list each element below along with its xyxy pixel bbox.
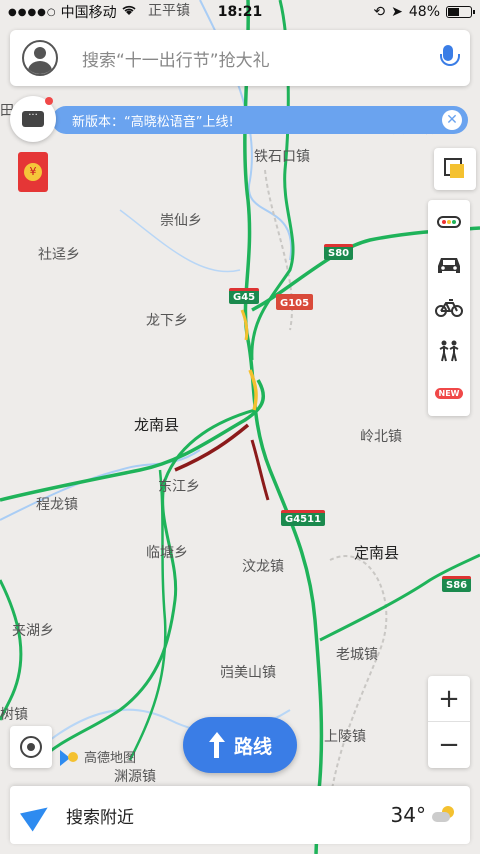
red-packet-icon: ¥ — [24, 163, 42, 181]
crosshair-icon — [20, 736, 42, 758]
weather[interactable]: 34° — [391, 803, 456, 827]
red-packet-button[interactable]: ¥ — [18, 152, 48, 192]
walk-icon — [439, 340, 459, 361]
place-label: 程龙镇 — [36, 497, 78, 513]
rotation-lock-icon: ⟲ — [373, 4, 386, 20]
battery-percent: 48% — [408, 4, 440, 20]
locate-button[interactable] — [10, 726, 52, 768]
traffic-button[interactable] — [428, 200, 470, 243]
place-label: 岭北镇 — [360, 429, 402, 445]
place-label: 树镇 — [0, 707, 28, 723]
bike-icon — [435, 298, 463, 317]
place-label: 铁石口镇 — [254, 149, 310, 165]
close-icon[interactable]: ✕ — [442, 110, 462, 130]
place-label: 渊源镇 — [114, 769, 156, 785]
place-label: 老城镇 — [336, 647, 378, 663]
search-bar[interactable]: 搜索“十一出行节”抢大礼 — [10, 30, 470, 86]
layers-button[interactable] — [434, 148, 476, 190]
avatar[interactable] — [22, 40, 58, 76]
message-button[interactable]: ··· — [10, 96, 56, 142]
county-label: 龙南县 — [134, 416, 180, 434]
place-label: 东江乡 — [158, 479, 200, 495]
road-shield: G45 — [229, 288, 260, 304]
car-button[interactable] — [428, 243, 470, 286]
message-icon: ··· — [22, 111, 44, 127]
location-arrow-icon: ➤ — [391, 4, 403, 20]
car-icon — [438, 257, 460, 273]
place-label: 龙下乡 — [146, 313, 188, 329]
bike-button[interactable] — [428, 286, 470, 329]
status-bar: ●●●●○ 中国移动 18:21 ⟲ ➤ 48% — [0, 0, 480, 24]
map-tools: NEW — [428, 200, 470, 416]
road-shield: G4511 — [281, 510, 326, 526]
road-shield: G105 — [276, 294, 314, 310]
status-time: 18:21 — [217, 4, 263, 20]
zoom-in-button[interactable]: + — [428, 676, 470, 722]
road-shield: S80 — [324, 244, 354, 260]
notice-text: 新版本：“高晓松语音”上线! — [72, 114, 234, 130]
brand-logo-text: 高德地图 — [84, 750, 137, 766]
zoom-control: + − — [428, 676, 470, 768]
traffic-icon — [437, 215, 461, 228]
place-label: 崇仙乡 — [160, 213, 202, 229]
place-label: 临塘乡 — [146, 545, 188, 561]
navigation-arrow-icon — [24, 802, 50, 828]
nearby-search-bar[interactable]: 搜索附近 34° — [10, 786, 470, 844]
notice-banner[interactable]: 新版本：“高晓松语音”上线! ✕ — [52, 106, 468, 134]
place-label: 社迳乡 — [38, 247, 80, 263]
route-button-label: 路线 — [233, 735, 272, 758]
amap-logo-icon — [60, 746, 80, 766]
carrier: 中国移动 — [60, 5, 117, 21]
walk-button[interactable] — [428, 329, 470, 372]
wifi-icon — [121, 4, 137, 20]
nearby-search-label: 搜索附近 — [66, 807, 134, 828]
unread-dot — [45, 97, 53, 105]
place-label: 汶龙镇 — [242, 559, 284, 575]
road-shield: S86 — [442, 576, 472, 592]
battery-icon — [446, 6, 475, 18]
microphone-icon[interactable] — [438, 45, 460, 71]
place-label: 上陵镇 — [324, 729, 366, 745]
brand-logo: 高德地图 — [60, 746, 136, 766]
county-label: 定南县 — [354, 544, 400, 562]
place-label: 岿美山镇 — [220, 665, 276, 681]
signal-icon: ●●●●○ — [8, 6, 57, 18]
new-badge: NEW — [434, 388, 464, 399]
zoom-out-button[interactable]: − — [428, 722, 470, 768]
place-label: 夹湖乡 — [12, 623, 54, 639]
new-feature-button[interactable]: NEW — [428, 372, 470, 415]
temperature: 34° — [390, 803, 426, 827]
search-input[interactable]: 搜索“十一出行节”抢大礼 — [82, 46, 438, 71]
route-button[interactable]: 路线 — [183, 717, 297, 773]
layers-icon — [444, 158, 466, 180]
partly-cloudy-icon — [432, 806, 456, 824]
route-arrow-icon — [208, 732, 226, 758]
